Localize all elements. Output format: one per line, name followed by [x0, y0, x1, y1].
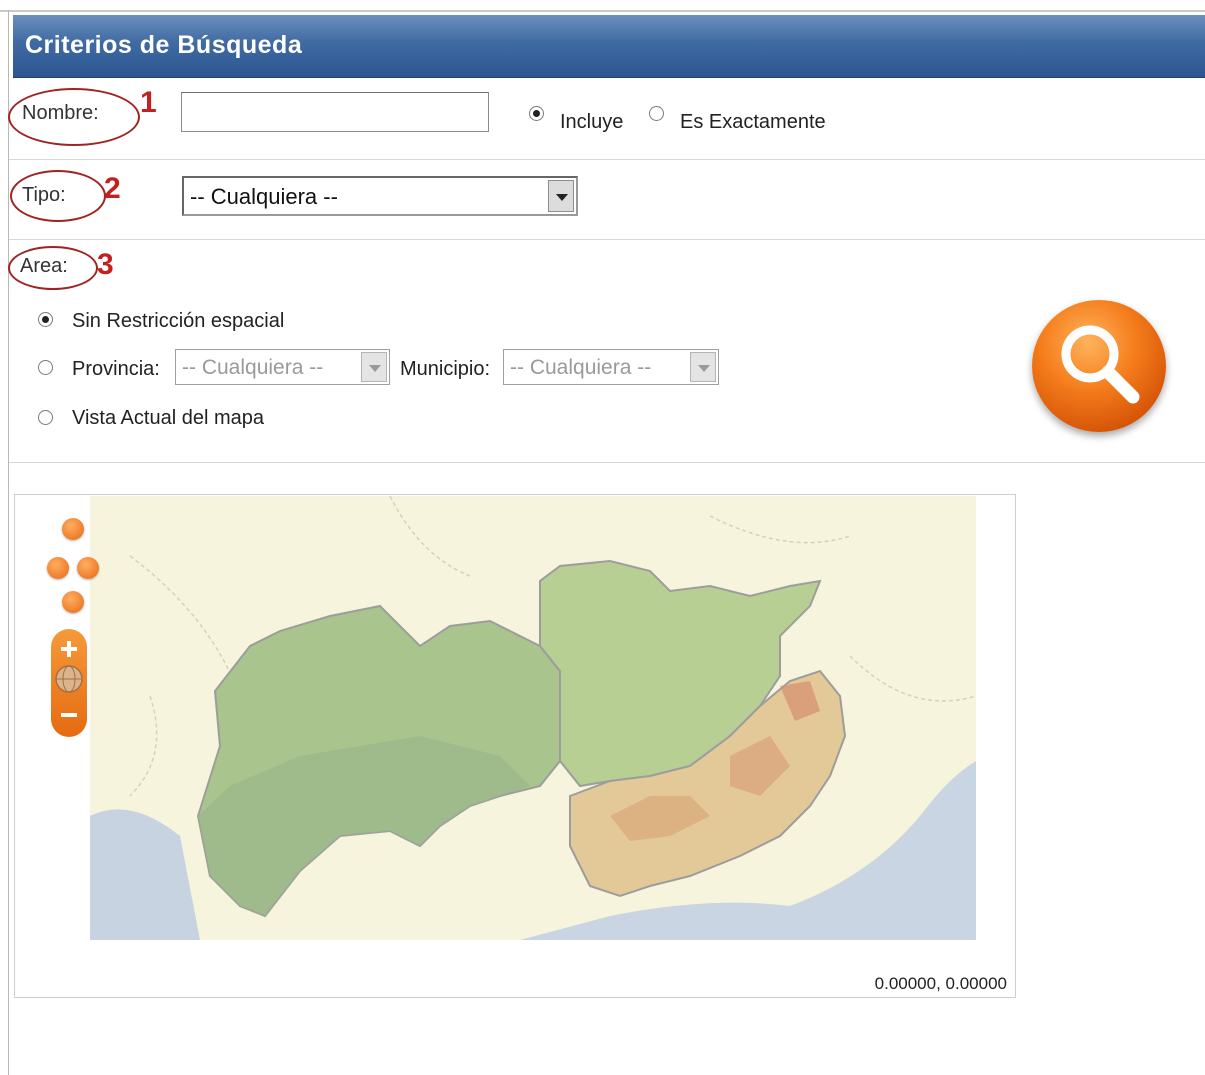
zoom-bar — [51, 629, 87, 737]
provincia-select[interactable]: -- Cualquiera -- — [175, 349, 390, 385]
pan-right-icon[interactable] — [77, 557, 99, 579]
separator — [9, 462, 1205, 463]
map-viewer[interactable]: 0.00000, 0.00000 — [14, 494, 1016, 998]
radio-es-exactamente[interactable] — [649, 106, 664, 121]
map-coordinates: 0.00000, 0.00000 — [874, 974, 1007, 993]
pan-down-icon[interactable] — [62, 591, 84, 613]
municipio-label: Municipio: — [400, 358, 491, 380]
chevron-down-icon[interactable] — [361, 352, 387, 382]
provincia-select-value: -- Cualquiera -- — [182, 356, 324, 379]
radio-vista-actual[interactable] — [38, 410, 53, 425]
pan-up-icon[interactable] — [62, 518, 84, 540]
radio-sin-restriccion[interactable] — [38, 312, 53, 327]
annotation-number-2: 2 — [104, 172, 121, 205]
municipio-select[interactable]: -- Cualquiera -- — [503, 349, 719, 385]
annotation-number-3: 3 — [97, 248, 114, 281]
panel-title: Criterios de Búsqueda — [25, 31, 303, 59]
map-canvas[interactable] — [90, 496, 976, 940]
tipo-select[interactable]: -- Cualquiera -- — [182, 176, 578, 216]
zoom-in-icon[interactable] — [61, 641, 77, 657]
chevron-down-icon[interactable] — [690, 352, 716, 382]
frame-left-border — [8, 10, 9, 1075]
panel-header: Criterios de Búsqueda — [13, 15, 1205, 78]
chevron-down-icon[interactable] — [548, 180, 574, 212]
radio-es-exactamente-label: Es Exactamente — [680, 111, 826, 133]
annotation-number-1: 1 — [140, 86, 157, 119]
municipio-select-value: -- Cualquiera -- — [510, 356, 652, 379]
search-button[interactable] — [1032, 300, 1166, 432]
tipo-label: Tipo: — [22, 184, 66, 206]
tipo-select-value: -- Cualquiera -- — [190, 184, 338, 209]
globe-icon[interactable] — [55, 665, 83, 693]
radio-sin-restriccion-label: Sin Restricción espacial — [72, 310, 285, 332]
separator — [9, 239, 1205, 240]
frame-top-border — [0, 10, 1205, 12]
radio-provincia-label: Provincia: — [72, 358, 160, 380]
radio-vista-actual-label: Vista Actual del mapa — [72, 407, 264, 429]
radio-provincia[interactable] — [38, 360, 53, 375]
area-label: Area: — [20, 255, 68, 277]
radio-incluye[interactable] — [529, 106, 544, 121]
radio-incluye-label: Incluye — [560, 111, 624, 133]
pan-left-icon[interactable] — [47, 557, 69, 579]
magnifier-icon — [1061, 325, 1140, 404]
nombre-input[interactable] — [181, 92, 489, 132]
separator — [9, 159, 1205, 160]
nombre-label: Nombre: — [22, 102, 99, 124]
